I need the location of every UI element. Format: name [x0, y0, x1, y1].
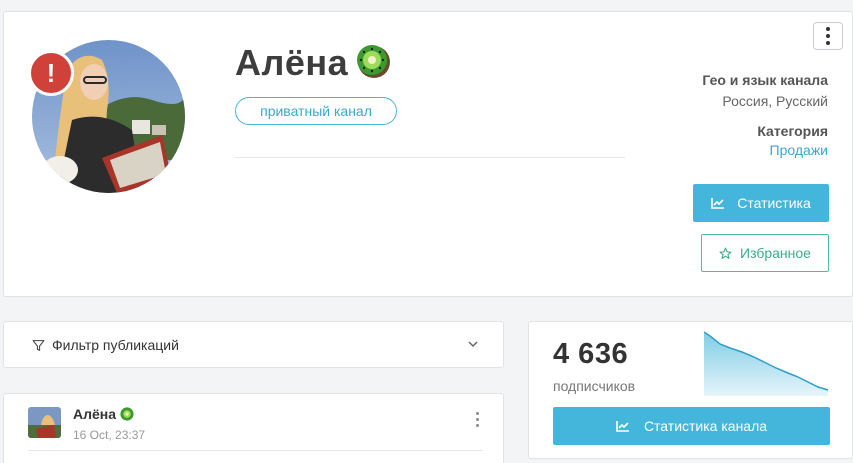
- publication-filter[interactable]: Фильтр публикаций: [3, 321, 504, 368]
- statistics-button-label: Статистика: [737, 195, 811, 211]
- subscribers-sparkline: [703, 331, 829, 396]
- channel-profile-card: ! Алёна приватный канал Гео и язык канал…: [3, 11, 853, 297]
- filter-label: Фильтр публикаций: [52, 337, 179, 353]
- more-vertical-icon[interactable]: [813, 22, 843, 50]
- star-icon: [719, 247, 732, 259]
- statistics-button[interactable]: Статистика: [693, 184, 829, 222]
- subscribers-count: 4 636: [553, 338, 629, 370]
- chart-icon: [711, 198, 725, 209]
- alert-icon: !: [28, 50, 74, 96]
- filter-icon: [32, 340, 45, 351]
- channel-title-row: Алёна: [235, 42, 391, 84]
- geo-language-label: Гео и язык канала: [702, 72, 828, 88]
- post-card: Алёна 16 Oct, 23:37: [3, 393, 504, 463]
- post-author-name: Алёна: [73, 406, 117, 422]
- channel-statistics-button[interactable]: Статистика канала: [553, 407, 830, 445]
- post-date: 16 Oct, 23:37: [73, 428, 146, 442]
- channel-name: Алёна: [235, 42, 349, 83]
- channel-statistics-button-label: Статистика канала: [643, 418, 768, 434]
- chart-icon: [616, 421, 629, 432]
- post-author-avatar: [28, 407, 61, 438]
- kiwi-icon: [120, 407, 134, 421]
- favorite-button[interactable]: Избранное: [701, 234, 829, 272]
- private-channel-badge: приватный канал: [235, 97, 397, 125]
- divider: [235, 157, 625, 158]
- category-label: Категория: [757, 123, 828, 139]
- divider: [28, 450, 483, 451]
- favorite-button-label: Избранное: [740, 245, 811, 261]
- post-more-icon[interactable]: [476, 412, 479, 427]
- kiwi-icon: [356, 44, 391, 83]
- subscribers-label: подписчиков: [553, 378, 636, 394]
- geo-language-value: Россия, Русский: [722, 93, 828, 109]
- chevron-down-icon[interactable]: [467, 338, 479, 350]
- post-author: Алёна: [73, 406, 134, 422]
- subscribers-card: 4 636 подписчиков Статистика канала: [528, 321, 853, 459]
- category-link[interactable]: Продажи: [770, 142, 828, 158]
